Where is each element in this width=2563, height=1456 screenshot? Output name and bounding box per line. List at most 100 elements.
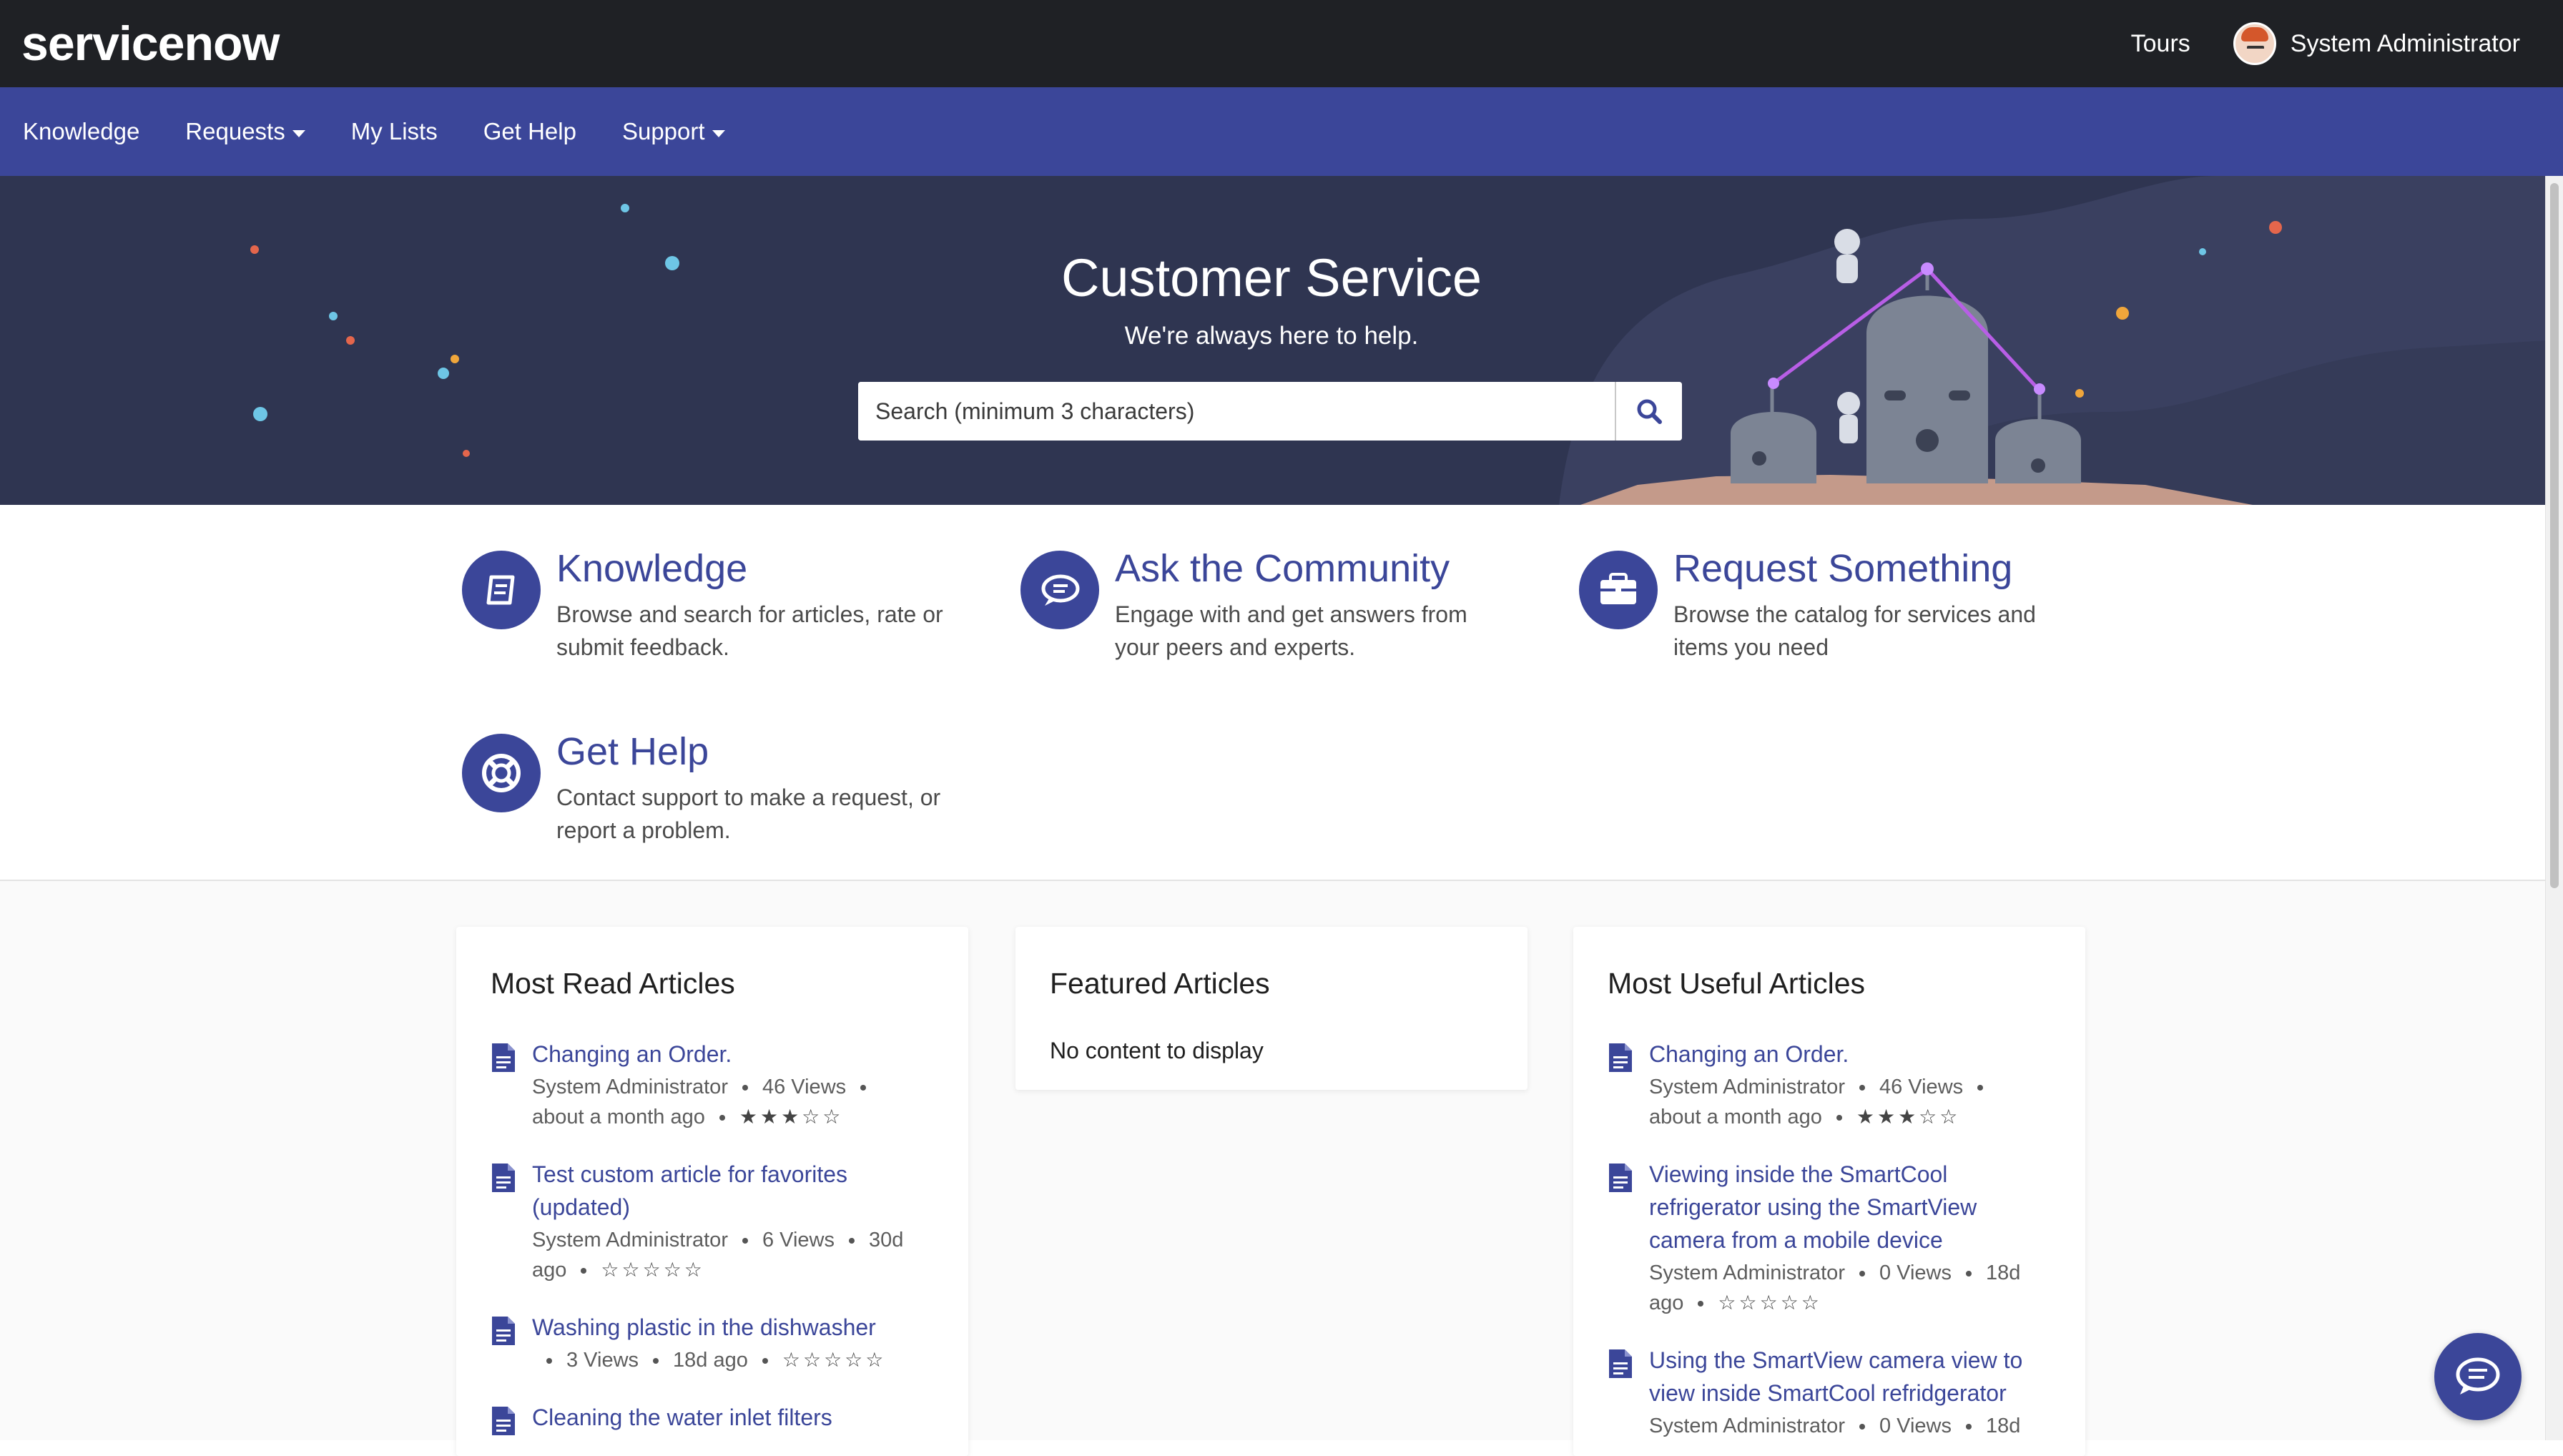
nav-item-get-help[interactable]: Get Help xyxy=(483,118,576,145)
article-author: System Administrator xyxy=(1649,1261,1845,1284)
document-icon xyxy=(492,1164,515,1192)
nav-item-label: Get Help xyxy=(483,118,576,144)
search-bar xyxy=(858,382,1682,441)
quick-link-title: Knowledge xyxy=(556,547,748,590)
separator-dot xyxy=(653,1358,659,1364)
separator-dot xyxy=(1966,1271,1972,1277)
article-title-link[interactable]: Changing an Order. xyxy=(1649,1038,1997,1071)
article-age: about a month ago xyxy=(532,1106,705,1128)
quick-link-description: Contact support to make a request, or re… xyxy=(556,784,941,843)
article-title-link[interactable]: Cleaning the water inlet filters xyxy=(532,1401,832,1434)
separator-dot xyxy=(1836,1115,1842,1121)
article-title-link[interactable]: Using the SmartView camera view to view … xyxy=(1649,1344,2050,1410)
quick-link-description: Browse and search for articles, rate or … xyxy=(556,601,943,660)
chat-bubbles-icon xyxy=(1020,551,1099,629)
nav-item-label: Requests xyxy=(185,118,285,144)
article-title-link[interactable]: Viewing inside the SmartCool refrigerato… xyxy=(1649,1158,2050,1256)
article-item[interactable]: Changing an Order. System Administrator 4… xyxy=(1608,1038,2051,1132)
article-views: 46 Views xyxy=(762,1076,847,1098)
article-meta: System Administrator 6 Views 30d ago ☆☆☆☆☆ xyxy=(532,1225,933,1285)
article-views: 0 Views xyxy=(1879,1415,1952,1437)
separator-dot xyxy=(719,1115,725,1121)
article-item[interactable]: Viewing inside the SmartCool refrigerato… xyxy=(1608,1158,2051,1318)
document-icon xyxy=(492,1407,515,1435)
article-views: 0 Views xyxy=(1879,1261,1952,1284)
main-nav: Knowledge Requests My Lists Get Help Sup… xyxy=(0,87,2563,176)
document-icon xyxy=(492,1043,515,1072)
document-icon xyxy=(1609,1349,1632,1378)
briefcase-icon xyxy=(1579,551,1658,629)
card-title: Most Useful Articles xyxy=(1608,967,1865,1000)
document-icon xyxy=(492,1317,515,1345)
article-meta: System Administrator 46 Views about a mon… xyxy=(532,1072,880,1132)
article-meta: 3 Views 18d ago ☆☆☆☆☆ xyxy=(532,1345,886,1375)
user-menu[interactable]: System Administrator xyxy=(2233,22,2520,65)
separator-dot xyxy=(1698,1301,1704,1307)
separator-dot xyxy=(849,1238,855,1244)
separator-dot xyxy=(546,1358,552,1364)
separator-dot xyxy=(860,1085,867,1091)
most-read-articles-card: Most Read Articles Changing an Order. Sy… xyxy=(456,927,968,1456)
quick-link-description: Engage with and get answers from your pe… xyxy=(1115,601,1467,660)
top-header: servicenow Tours System Administrator xyxy=(0,0,2563,87)
article-author: System Administrator xyxy=(1649,1415,1845,1437)
nav-item-knowledge[interactable]: Knowledge xyxy=(23,118,139,145)
servicenow-logo[interactable]: servicenow xyxy=(21,16,280,72)
article-title-link[interactable]: Washing plastic in the dishwasher xyxy=(532,1311,886,1344)
article-title-link[interactable]: Changing an Order. xyxy=(532,1038,880,1071)
nav-item-my-lists[interactable]: My Lists xyxy=(351,118,438,145)
chat-support-button[interactable] xyxy=(2434,1333,2522,1420)
avatar xyxy=(2233,22,2276,65)
quick-link-get-help[interactable]: Get Help Contact support to make a reque… xyxy=(462,688,957,847)
article-age: 18d xyxy=(1986,1415,2021,1437)
nav-item-label: My Lists xyxy=(350,118,438,144)
article-item[interactable]: Test custom article for favorites (updat… xyxy=(491,1158,934,1285)
card-title: Most Read Articles xyxy=(491,967,735,1000)
article-age: 18d ago xyxy=(673,1349,748,1372)
search-icon xyxy=(1637,399,1662,424)
scrollbar-thumb[interactable] xyxy=(2550,183,2559,888)
article-views: 3 Views xyxy=(566,1349,639,1372)
separator-dot xyxy=(1966,1424,1972,1430)
star-rating: ★★★☆☆ xyxy=(739,1106,844,1128)
most-useful-articles-card: Most Useful Articles Changing an Order. … xyxy=(1573,927,2085,1456)
article-item[interactable]: Cleaning the water inlet filters xyxy=(491,1401,934,1437)
nav-item-label: Knowledge xyxy=(23,118,140,144)
separator-dot xyxy=(742,1085,748,1091)
star-rating: ☆☆☆☆☆ xyxy=(782,1349,887,1371)
nav-item-requests[interactable]: Requests xyxy=(185,118,305,145)
article-author: System Administrator xyxy=(532,1076,728,1098)
featured-articles-card: Featured Articles No content to display xyxy=(1015,927,1528,1090)
quick-link-ask-community[interactable]: Ask the Community Engage with and get an… xyxy=(1020,505,1515,664)
search-button[interactable] xyxy=(1615,382,1682,441)
hero-banner: Customer Service We're always here to he… xyxy=(0,176,2546,505)
nav-item-support[interactable]: Support xyxy=(622,118,725,145)
article-meta: System Administrator 0 Views 18d xyxy=(1649,1411,2050,1441)
tours-link[interactable]: Tours xyxy=(2131,30,2190,58)
separator-dot xyxy=(742,1238,748,1244)
article-title-link[interactable]: Test custom article for favorites (updat… xyxy=(532,1158,933,1224)
quick-link-knowledge[interactable]: Knowledge Browse and search for articles… xyxy=(462,505,957,664)
quick-links: Knowledge Browse and search for articles… xyxy=(0,505,2546,881)
article-views: 6 Views xyxy=(762,1229,835,1251)
article-meta: System Administrator 0 Views 18d ago ☆☆☆☆☆ xyxy=(1649,1258,2050,1318)
lifebuoy-icon xyxy=(462,734,541,812)
logo-text: servicenow xyxy=(21,16,280,71)
nav-item-label: Support xyxy=(621,118,705,144)
article-meta: System Administrator 46 Views about a mon… xyxy=(1649,1072,1997,1132)
quick-link-title: Get Help xyxy=(556,730,709,773)
caret-down-icon xyxy=(712,130,725,137)
quick-link-title: Ask the Community xyxy=(1115,547,1450,590)
quick-link-request-something[interactable]: Request Something Browse the catalog for… xyxy=(1579,505,2074,664)
caret-down-icon xyxy=(292,130,305,137)
quick-link-title: Request Something xyxy=(1673,547,2013,590)
document-icon xyxy=(1609,1043,1632,1072)
book-icon xyxy=(462,551,541,629)
separator-dot xyxy=(1977,1085,1984,1091)
article-item[interactable]: Using the SmartView camera view to view … xyxy=(1608,1344,2051,1441)
article-item[interactable]: Changing an Order. System Administrator 4… xyxy=(491,1038,934,1132)
separator-dot xyxy=(762,1358,768,1364)
search-input[interactable] xyxy=(858,382,1615,441)
article-author: System Administrator xyxy=(532,1229,728,1251)
article-item[interactable]: Washing plastic in the dishwasher 3 View… xyxy=(491,1311,934,1375)
